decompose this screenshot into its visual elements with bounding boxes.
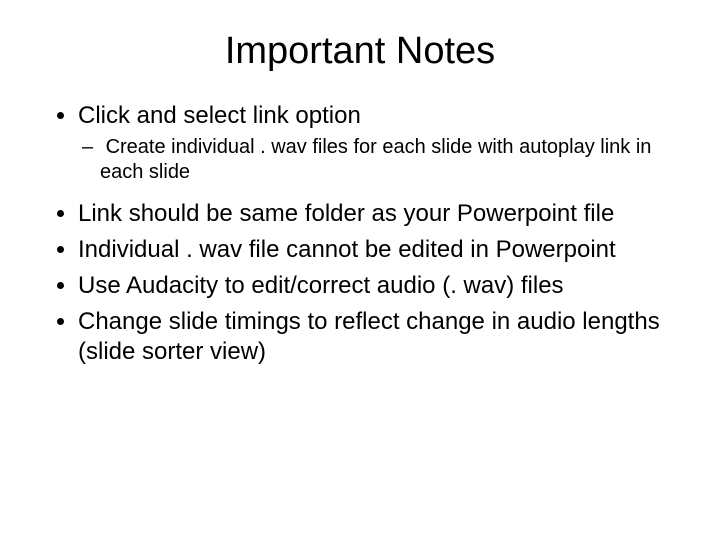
slide: Important Notes Click and select link op… xyxy=(0,0,720,540)
list-item: Click and select link option Create indi… xyxy=(78,101,670,185)
list-item: Change slide timings to reflect change i… xyxy=(78,307,670,367)
list-item: Use Audacity to edit/correct audio (. wa… xyxy=(78,271,670,301)
bullet-text: Link should be same folder as your Power… xyxy=(78,200,614,227)
bullet-list: Click and select link option Create indi… xyxy=(50,101,670,367)
bullet-text: Click and select link option xyxy=(78,102,361,129)
list-item: Individual . wav file cannot be edited i… xyxy=(78,235,670,265)
bullet-text: Change slide timings to reflect change i… xyxy=(78,308,660,365)
bullet-text: Individual . wav file cannot be edited i… xyxy=(78,236,616,263)
sub-bullet-list: Create individual . wav files for each s… xyxy=(78,135,670,185)
list-item: Create individual . wav files for each s… xyxy=(100,135,670,185)
bullet-text: Use Audacity to edit/correct audio (. wa… xyxy=(78,272,564,299)
list-item: Link should be same folder as your Power… xyxy=(78,199,670,229)
bullet-text: Create individual . wav files for each s… xyxy=(100,136,651,183)
slide-title: Important Notes xyxy=(50,30,670,73)
